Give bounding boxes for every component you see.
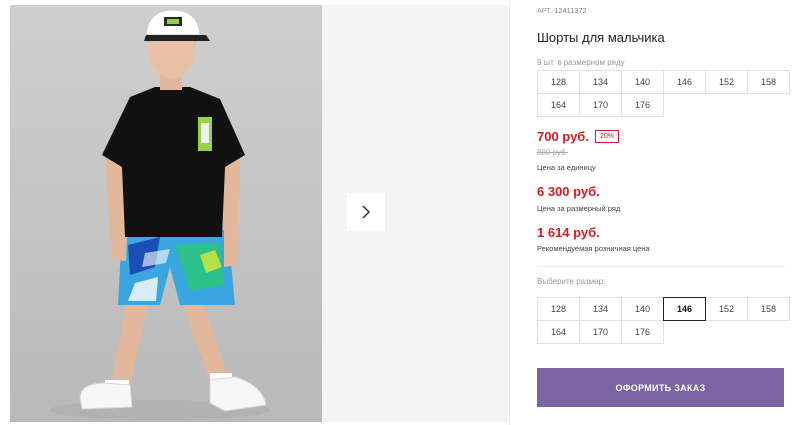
pack-size-cell: 164: [537, 93, 580, 117]
retail-price: 1 614 руб.: [537, 225, 600, 240]
old-price: 880 руб.: [537, 148, 568, 157]
pack-size-cell: 128: [537, 70, 580, 94]
pack-size-cell: 140: [621, 70, 664, 94]
boy-model-illustration: [50, 9, 270, 420]
article-label: АРТ.: [537, 8, 553, 15]
panel-divider: [509, 0, 510, 425]
size-select-grid: 128 134 140 146 152 158 164 170 176: [537, 297, 790, 344]
size-option[interactable]: 164: [537, 320, 580, 344]
size-option[interactable]: 176: [621, 320, 664, 344]
discount-badge: 20%: [594, 130, 619, 143]
article-number: АРТ. 12411372: [537, 8, 587, 15]
place-order-button[interactable]: ОФОРМИТЬ ЗАКАЗ: [537, 368, 784, 407]
pack-size-cell: 158: [747, 70, 790, 94]
article-value: 12411372: [554, 8, 587, 15]
size-option[interactable]: 134: [579, 297, 622, 321]
pack-note: 9 шт. в размерном ряду: [537, 58, 625, 67]
size-option[interactable]: 152: [705, 297, 748, 321]
product-title: Шорты для мальчика: [537, 30, 665, 45]
gallery-next-button[interactable]: [347, 193, 385, 231]
chevron-right-icon: [362, 205, 371, 219]
size-option-selected[interactable]: 146: [663, 297, 706, 321]
price-block: 700 руб. 20%: [537, 129, 619, 144]
pack-size-cell: 170: [579, 93, 622, 117]
size-select-label: Выберите размер:: [537, 277, 606, 286]
size-option[interactable]: 128: [537, 297, 580, 321]
pack-size-grid: 128 134 140 146 152 158 164 170 176: [537, 70, 790, 117]
pack-size-cell: 134: [579, 70, 622, 94]
size-option[interactable]: 158: [747, 297, 790, 321]
product-page: АРТ. 12411372 Шорты для мальчика 9 шт. в…: [0, 0, 800, 425]
pack-size-cell: 146: [663, 70, 706, 94]
product-photo: [10, 5, 322, 422]
unit-price: 700 руб.: [537, 129, 589, 144]
section-divider: [537, 266, 785, 267]
unit-price-label: Цена за единицу: [537, 163, 596, 172]
retail-price-label: Рекомендуемая розничная цена: [537, 244, 650, 253]
pack-size-cell: 176: [621, 93, 664, 117]
size-option[interactable]: 170: [579, 320, 622, 344]
row-price-label: Цена за размерный ряд: [537, 204, 621, 213]
row-price: 6 300 руб.: [537, 184, 600, 199]
pack-size-cell: 152: [705, 70, 748, 94]
size-option[interactable]: 140: [621, 297, 664, 321]
